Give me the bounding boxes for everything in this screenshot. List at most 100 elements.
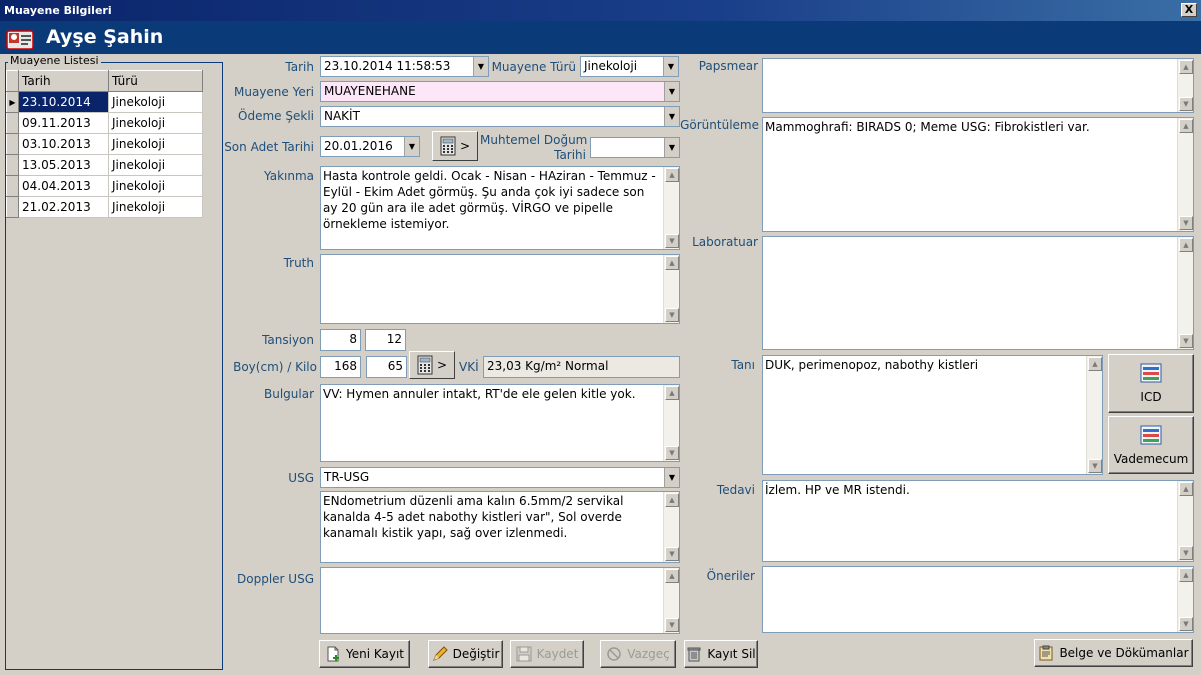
yakinma-textarea[interactable]: Hasta kontrole geldi. Ocak - Nisan - HAz… <box>320 166 680 250</box>
window-title-bar: Muayene Bilgileri <box>0 0 1201 21</box>
scroll-down-icon[interactable]: ▼ <box>1179 216 1193 230</box>
table-row[interactable]: 04.04.2013 Jinekoloji <box>6 175 203 197</box>
column-header-date[interactable]: Tarih <box>18 70 109 92</box>
tedavi-textarea[interactable]: İzlem. HP ve MR istendi. ▲ ▼ <box>762 480 1194 562</box>
chevron-down-icon[interactable]: ▼ <box>663 57 678 76</box>
scroll-down-icon[interactable]: ▼ <box>665 547 679 561</box>
son-adet-tarihi-field[interactable]: 20.01.2016 ▼ <box>320 136 420 157</box>
usg-select[interactable]: TR-USG ▼ <box>320 467 680 488</box>
calculate-due-date-button[interactable]: > <box>432 131 478 161</box>
row-type[interactable]: Jinekoloji <box>108 175 203 197</box>
scroll-up-icon[interactable]: ▲ <box>1179 482 1193 496</box>
scroll-up-icon[interactable]: ▲ <box>1179 119 1193 133</box>
scroll-down-icon[interactable]: ▼ <box>665 234 679 248</box>
scroll-up-icon[interactable]: ▲ <box>665 256 679 270</box>
scroll-down-icon[interactable]: ▼ <box>1179 334 1193 348</box>
vertical-scrollbar[interactable]: ▲ ▼ <box>663 568 679 633</box>
table-row[interactable]: 21.02.2013 Jinekoloji <box>6 196 203 218</box>
row-date[interactable]: 21.02.2013 <box>18 196 109 218</box>
scroll-down-icon[interactable]: ▼ <box>665 446 679 460</box>
bulgular-textarea[interactable]: VV: Hymen annuler intakt, RT'de ele gele… <box>320 384 680 462</box>
chevron-down-icon[interactable]: ▼ <box>664 107 679 126</box>
trash-icon <box>687 647 701 662</box>
scroll-down-icon[interactable]: ▼ <box>665 618 679 632</box>
truth-textarea[interactable]: ▲ ▼ <box>320 254 680 324</box>
chevron-down-icon[interactable]: ▼ <box>664 468 679 487</box>
tansiyon-diastolic-input[interactable]: 12 <box>365 329 406 351</box>
scroll-up-icon[interactable]: ▲ <box>1179 568 1193 582</box>
table-row[interactable]: 13.05.2013 Jinekoloji <box>6 154 203 176</box>
boy-input[interactable]: 168 <box>320 356 361 378</box>
save-button[interactable]: Kaydet <box>510 640 584 668</box>
row-type[interactable]: Jinekoloji <box>108 91 203 113</box>
tarih-field[interactable]: 23.10.2014 11:58:53 ▼ <box>320 56 489 77</box>
scroll-up-icon[interactable]: ▲ <box>665 493 679 507</box>
column-header-type[interactable]: Türü <box>108 70 203 92</box>
usg-textarea[interactable]: ENdometrium düzenli ama kalın 6.5mm/2 se… <box>320 491 680 563</box>
vertical-scrollbar[interactable]: ▲ ▼ <box>1177 118 1193 231</box>
vertical-scrollbar[interactable]: ▲ ▼ <box>663 167 679 249</box>
scroll-down-icon[interactable]: ▼ <box>1179 617 1193 631</box>
chevron-down-icon[interactable]: ▼ <box>473 57 488 76</box>
chevron-down-icon[interactable]: ▼ <box>664 82 679 101</box>
documents-button[interactable]: Belge ve Dökümanlar <box>1034 639 1193 667</box>
row-type[interactable]: Jinekoloji <box>108 133 203 155</box>
scroll-up-icon[interactable]: ▲ <box>665 386 679 400</box>
scroll-up-icon[interactable]: ▲ <box>1088 357 1102 371</box>
muayene-yeri-value: MUAYENEHANE <box>324 84 416 98</box>
scroll-up-icon[interactable]: ▲ <box>1179 60 1193 74</box>
muhtemel-dogum-field[interactable]: ▼ <box>590 137 680 158</box>
cancel-label: Vazgeç <box>627 647 670 661</box>
row-indicator <box>6 154 19 176</box>
odeme-sekli-select[interactable]: NAKİT ▼ <box>320 106 680 127</box>
row-date[interactable]: 04.04.2013 <box>18 175 109 197</box>
exam-list-table: Tarih Türü ▶ 23.10.2014 Jinekoloji 09.11… <box>6 70 203 218</box>
new-record-button[interactable]: Yeni Kayıt <box>319 640 410 668</box>
row-date[interactable]: 23.10.2014 <box>18 91 109 113</box>
scroll-down-icon[interactable]: ▼ <box>1179 97 1193 111</box>
row-type[interactable]: Jinekoloji <box>108 154 203 176</box>
table-row[interactable]: ▶ 23.10.2014 Jinekoloji <box>6 91 203 113</box>
delete-record-button[interactable]: Kayıt Sil <box>684 640 758 668</box>
vertical-scrollbar[interactable]: ▲ ▼ <box>663 492 679 562</box>
close-button[interactable]: X <box>1181 3 1197 17</box>
goruntuleme-textarea[interactable]: Mammoghrafi: BIRADS 0; Meme USG: Fibroki… <box>762 117 1194 232</box>
muayene-turu-select[interactable]: Jinekoloji ▼ <box>580 56 679 77</box>
vertical-scrollbar[interactable]: ▲ ▼ <box>663 255 679 323</box>
papsmear-textarea[interactable]: ▲ ▼ <box>762 58 1194 113</box>
edit-button[interactable]: Değiştir <box>428 640 503 668</box>
kilo-input[interactable]: 65 <box>366 356 407 378</box>
laboratuar-textarea[interactable]: ▲ ▼ <box>762 236 1194 350</box>
row-date[interactable]: 13.05.2013 <box>18 154 109 176</box>
vertical-scrollbar[interactable]: ▲ ▼ <box>1177 59 1193 112</box>
row-type[interactable]: Jinekoloji <box>108 112 203 134</box>
vademecum-button[interactable]: Vademecum <box>1108 416 1194 474</box>
row-type[interactable]: Jinekoloji <box>108 196 203 218</box>
scroll-up-icon[interactable]: ▲ <box>1179 238 1193 252</box>
scroll-down-icon[interactable]: ▼ <box>1088 459 1102 473</box>
table-row[interactable]: 03.10.2013 Jinekoloji <box>6 133 203 155</box>
muayene-yeri-select[interactable]: MUAYENEHANE ▼ <box>320 81 680 102</box>
calculate-bmi-button[interactable]: > <box>409 351 455 379</box>
chevron-down-icon[interactable]: ▼ <box>664 138 679 157</box>
vertical-scrollbar[interactable]: ▲ ▼ <box>1177 567 1193 632</box>
vertical-scrollbar[interactable]: ▲ ▼ <box>1177 481 1193 561</box>
tani-textarea[interactable]: DUK, perimenopoz, nabothy kistleri ▲ ▼ <box>762 355 1103 475</box>
scroll-up-icon[interactable]: ▲ <box>665 569 679 583</box>
scroll-up-icon[interactable]: ▲ <box>665 168 679 182</box>
tansiyon-systolic-input[interactable]: 8 <box>320 329 361 351</box>
vertical-scrollbar[interactable]: ▲ ▼ <box>1086 356 1102 474</box>
cancel-button[interactable]: Vazgeç <box>600 640 676 668</box>
doppler-usg-textarea[interactable]: ▲ ▼ <box>320 567 680 634</box>
row-date[interactable]: 03.10.2013 <box>18 133 109 155</box>
oneriler-textarea[interactable]: ▲ ▼ <box>762 566 1194 633</box>
papsmear-label: Papsmear <box>698 59 758 73</box>
chevron-down-icon[interactable]: ▼ <box>404 137 419 156</box>
row-date[interactable]: 09.11.2013 <box>18 112 109 134</box>
scroll-down-icon[interactable]: ▼ <box>665 308 679 322</box>
vertical-scrollbar[interactable]: ▲ ▼ <box>1177 237 1193 349</box>
table-row[interactable]: 09.11.2013 Jinekoloji <box>6 112 203 134</box>
scroll-down-icon[interactable]: ▼ <box>1179 546 1193 560</box>
icd-button[interactable]: ICD <box>1108 354 1194 413</box>
vertical-scrollbar[interactable]: ▲ ▼ <box>663 385 679 461</box>
